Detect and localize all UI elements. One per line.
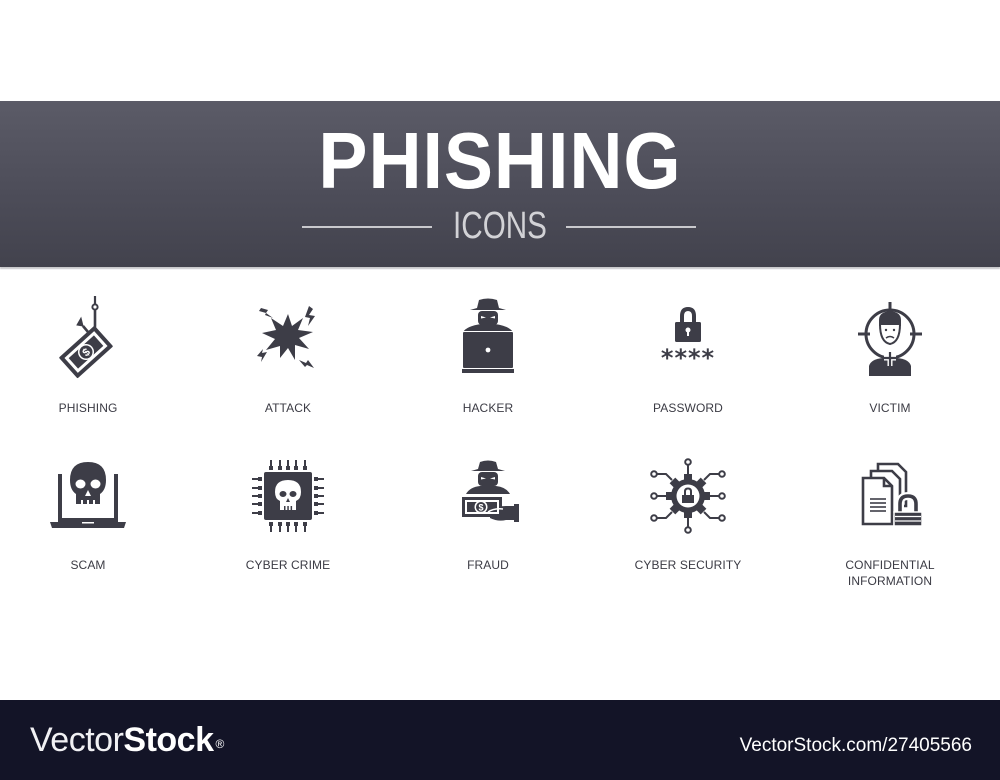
registered-mark: ® [215, 737, 224, 751]
icon-item-cyber-security: CYBER SECURITY [598, 456, 778, 573]
documents-lock-icon [861, 462, 923, 527]
padlock-password-icon: **** [661, 307, 715, 372]
target-person-icon [858, 302, 922, 376]
icon-label: PHISHING [58, 401, 118, 415]
icon-item-password: **** PASSWORD [598, 296, 778, 416]
gear-lock-network-icon [650, 458, 726, 534]
icon-label: FRAUD [467, 558, 509, 572]
page-title: PHISHING [318, 116, 682, 205]
icon-item-fraud: $ FRAUD [398, 456, 578, 573]
icon-label: PASSWORD [653, 401, 723, 415]
hacker-laptop-icon [462, 298, 514, 373]
icon-item-cyber-crime: CYBER CRIME [198, 456, 378, 573]
subtitle-divider-right [566, 226, 696, 228]
page-subtitle: ICONS [453, 205, 547, 247]
icon-item-victim: VICTIM [800, 296, 980, 416]
footer-bar: VectorStock ® VectorStock.com/27405566 [0, 700, 1000, 780]
icon-label: VICTIM [869, 401, 911, 415]
icon-label-line2: INFORMATION [847, 574, 933, 588]
svg-text:$: $ [478, 503, 483, 513]
icon-label: SCAM [70, 558, 106, 572]
skull-chip-icon [252, 460, 324, 532]
icon-label: CYBER CRIME [245, 558, 331, 572]
icon-item-scam: SCAM [0, 456, 178, 573]
icon-label: CONFIDENTIAL [845, 558, 935, 572]
image-url: VectorStock.com/27405566 [739, 735, 972, 756]
vectorstock-logo: VectorStock ® [30, 720, 224, 760]
hacker-money-icon: $ [462, 460, 519, 522]
icon-label: ATTACK [264, 401, 312, 415]
brand-part-stock: Stock [123, 721, 214, 759]
icon-label: HACKER [462, 401, 514, 415]
password-mask: **** [661, 344, 715, 372]
icon-item-phishing: $ PHISHING [0, 296, 178, 416]
icon-item-hacker: HACKER [398, 296, 578, 416]
brand-part-vector: Vector [30, 721, 124, 759]
icon-item-confidential-information: CONFIDENTIAL INFORMATION [800, 456, 980, 589]
icon-label: CYBER SECURITY [634, 558, 742, 572]
icon-item-attack: ATTACK [198, 296, 378, 416]
skull-laptop-icon [50, 462, 126, 528]
explosion-icon [257, 306, 315, 368]
fishing-hook-money-icon: $ [59, 296, 113, 379]
